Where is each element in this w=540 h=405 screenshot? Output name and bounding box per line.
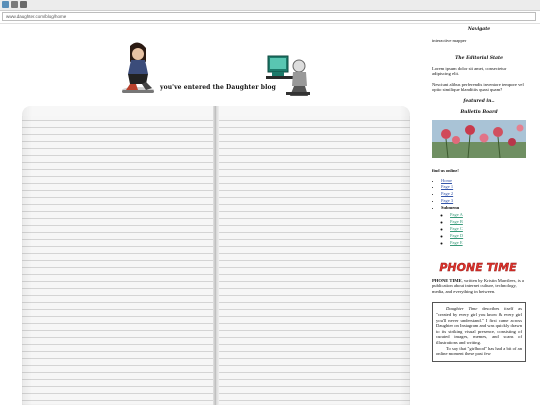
interactive-mapper-link[interactable]: interactive mapper <box>432 38 526 44</box>
phone-time-logo: PHONE TIME <box>439 261 517 273</box>
article-paragraph-2: To say that "girlhood" has had a bit of … <box>436 345 522 357</box>
menu-link-page-1[interactable]: Page 1 <box>441 184 453 189</box>
submenu-link-page-c[interactable]: Page C <box>450 226 463 231</box>
article-daughter-name: Daughter Time <box>446 306 478 312</box>
submenu-item[interactable]: Page C <box>450 226 526 233</box>
site-menu: Home Page 1 Page 2 Page 3 Submenu Page A… <box>432 178 526 247</box>
menu-link-page-3[interactable]: Page 3 <box>441 198 453 203</box>
find-us-online-heading: find us online! <box>432 167 459 173</box>
submenu: Page A Page B Page C Page D Page E <box>441 212 526 247</box>
navigate-heading: Navigate <box>467 27 491 32</box>
page-title: you've entered the Daughter blog <box>160 84 276 91</box>
article-spacer <box>436 306 446 311</box>
submenu-link-page-a[interactable]: Page A <box>450 212 463 217</box>
menu-item[interactable]: Home <box>441 178 526 185</box>
featured-heading: featured in.. <box>463 98 495 104</box>
editorial-heading: The Editorial State <box>455 55 503 61</box>
menu-link-home[interactable]: Home <box>441 178 452 183</box>
submenu-item[interactable]: Submenu Page A Page B Page C Page D Page… <box>441 205 526 246</box>
sidebar: Navigate interactive mapper The Editoria… <box>432 27 526 363</box>
submenu-link-page-b[interactable]: Page B <box>450 219 463 224</box>
phone-time-logo-text: PHONE TIME <box>439 261 517 273</box>
browser-toolbar <box>0 0 540 11</box>
submenu-link-page-d[interactable]: Page D <box>450 233 463 238</box>
menu-item[interactable]: Page 2 <box>441 191 526 198</box>
notebook-spine <box>213 106 219 405</box>
submenu-item[interactable]: Page D <box>450 233 526 240</box>
phone-time-title: PHONE TIME <box>432 277 462 283</box>
print-icon[interactable] <box>20 1 27 8</box>
menu-link-page-2[interactable]: Page 2 <box>441 191 453 196</box>
bulletin-board-heading: Bulletin Board <box>460 109 498 115</box>
notebook-page-right <box>400 106 410 405</box>
address-bar[interactable]: www.daughter.com/blog/home <box>2 12 536 21</box>
submenu-item[interactable]: Page B <box>450 219 526 226</box>
editorial-paragraph-1: Lorem ipsum dolor sit amet, consectetur … <box>432 65 507 77</box>
article-spacer <box>436 346 446 351</box>
menu-item[interactable]: Page 1 <box>441 184 526 191</box>
notebook-page-left <box>22 106 32 405</box>
submenu-label[interactable]: Submenu <box>441 205 459 210</box>
flowers-image <box>432 119 526 158</box>
phone-time-description: PHONE TIME, written by Kristin Marrilees… <box>432 278 526 295</box>
daughter-article-box: Daughter Time describes itself as "creat… <box>432 302 526 363</box>
submenu-item[interactable]: Page E <box>450 240 526 247</box>
menu-item[interactable]: Page 3 <box>441 198 526 205</box>
editorial-paragraph-2: Nesciunt alibus perferendis inventore te… <box>432 81 524 93</box>
notebook-content-area <box>22 106 410 405</box>
skater-girl-image <box>122 42 154 93</box>
blog-header: you've entered the Daughter blog <box>0 24 425 104</box>
submenu-item[interactable]: Page A <box>450 212 526 219</box>
submenu-link-page-e[interactable]: Page E <box>450 240 463 245</box>
reload-icon[interactable] <box>11 1 18 8</box>
computer-girl-image <box>266 55 310 96</box>
back-icon[interactable] <box>2 1 9 8</box>
article-paragraph-1: describes itself as "created by every gi… <box>436 306 522 345</box>
